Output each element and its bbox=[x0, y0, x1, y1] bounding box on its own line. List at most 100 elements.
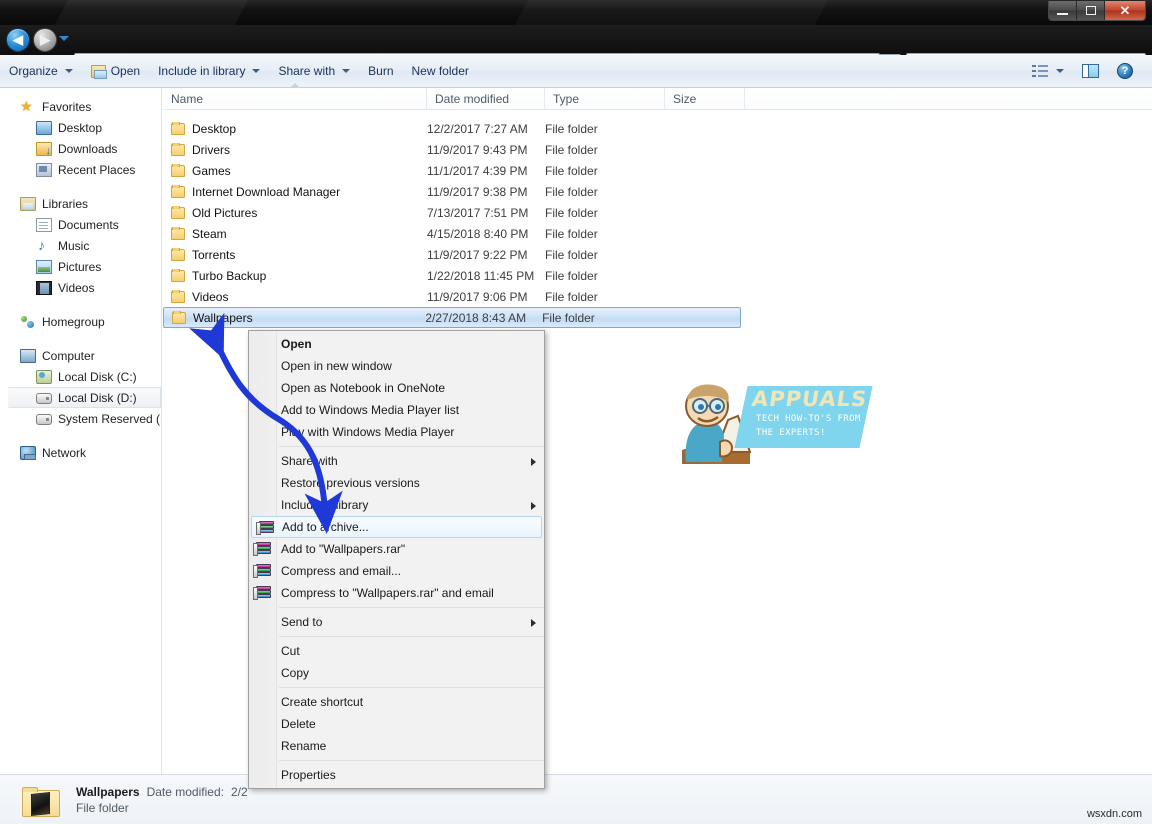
sidebar-group-computer[interactable]: Computer bbox=[0, 345, 161, 366]
sidebar-group-network[interactable]: Network bbox=[0, 442, 161, 463]
help-button[interactable]: ? bbox=[1108, 59, 1142, 83]
change-view-button[interactable] bbox=[1023, 61, 1073, 82]
table-row[interactable]: Old Pictures 7/13/2017 7:51 PM File folder bbox=[163, 202, 1152, 223]
menu-item[interactable]: Restore previous versions bbox=[249, 472, 544, 494]
cell-type: File folder bbox=[545, 142, 598, 157]
cell-name: Old Pictures bbox=[163, 205, 427, 220]
new-folder-button[interactable]: New folder bbox=[403, 60, 478, 82]
menu-item[interactable]: Play with Windows Media Player bbox=[249, 421, 544, 443]
submenu-arrow-icon bbox=[531, 502, 536, 510]
maximize-button[interactable] bbox=[1077, 1, 1105, 20]
table-row[interactable]: Desktop 12/2/2017 7:27 AM File folder bbox=[163, 118, 1152, 139]
table-row[interactable]: Steam 4/15/2018 8:40 PM File folder bbox=[163, 223, 1152, 244]
menu-item[interactable]: Include in library bbox=[249, 494, 544, 516]
menu-item[interactable]: Add to "Wallpapers.rar" bbox=[249, 538, 544, 560]
column-header-size[interactable]: Size bbox=[665, 87, 745, 110]
menu-item-label: Add to Windows Media Player list bbox=[281, 403, 460, 417]
status-date-label: Date modified: bbox=[146, 784, 224, 799]
file-name: Steam bbox=[192, 226, 227, 241]
sidebar-item-label: Recent Places bbox=[58, 162, 136, 177]
homegroup-icon bbox=[20, 315, 36, 329]
menu-item[interactable]: Open bbox=[249, 333, 544, 355]
menu-item[interactable]: Compress to "Wallpapers.rar" and email bbox=[249, 582, 544, 604]
close-button[interactable]: ✕ bbox=[1105, 1, 1145, 20]
menu-separator bbox=[279, 760, 544, 761]
include-in-library-button[interactable]: Include in library bbox=[149, 60, 269, 82]
column-header-type[interactable]: Type bbox=[545, 87, 665, 110]
documents-icon bbox=[36, 217, 52, 232]
cell-date-modified: 1/22/2018 11:45 PM bbox=[427, 268, 535, 283]
sidebar-group-libraries[interactable]: Libraries bbox=[0, 193, 161, 214]
back-arrow-icon: ◀ bbox=[13, 32, 23, 47]
sidebar-item-local-disk-c[interactable]: Local Disk (C:) bbox=[0, 366, 161, 387]
status-date-value: 2/2 bbox=[230, 784, 248, 799]
downloads-icon bbox=[36, 141, 52, 157]
maximize-icon bbox=[1085, 6, 1096, 15]
menu-item[interactable]: Cut bbox=[249, 640, 544, 662]
close-icon: ✕ bbox=[1119, 3, 1131, 18]
sidebar-item-desktop[interactable]: Desktop bbox=[0, 117, 161, 138]
sidebar-item-recent-places[interactable]: Recent Places bbox=[0, 159, 161, 180]
menu-item[interactable]: Compress and email... bbox=[249, 560, 544, 582]
table-row[interactable]: Drivers 11/9/2017 9:43 PM File folder bbox=[163, 139, 1152, 160]
organize-button[interactable]: Organize bbox=[0, 60, 82, 82]
menu-item[interactable]: Rename bbox=[249, 735, 544, 757]
folder-picture-icon bbox=[22, 783, 62, 817]
sidebar-item-local-disk-d[interactable]: Local Disk (D:) bbox=[8, 387, 161, 408]
menu-item[interactable]: Copy bbox=[249, 662, 544, 684]
sidebar-item-music[interactable]: Music bbox=[0, 235, 161, 256]
menu-separator bbox=[279, 607, 544, 608]
cell-date-modified: 11/1/2017 4:39 PM bbox=[427, 163, 528, 178]
burn-button[interactable]: Burn bbox=[359, 60, 402, 82]
menu-item-label: Restore previous versions bbox=[281, 476, 420, 490]
sidebar-item-label: Desktop bbox=[58, 120, 103, 135]
file-rows: Desktop 12/2/2017 7:27 AM File folder Drive… bbox=[163, 118, 1152, 328]
sidebar-item-downloads[interactable]: Downloads bbox=[0, 138, 161, 159]
sidebar-item-documents[interactable]: Documents bbox=[0, 214, 161, 235]
column-header-date-modified[interactable]: Date modified bbox=[427, 87, 545, 110]
cell-name: Drivers bbox=[163, 142, 427, 157]
minimize-icon bbox=[1057, 12, 1068, 15]
winrar-icon bbox=[253, 586, 271, 600]
open-button[interactable]: Open bbox=[82, 60, 149, 82]
window-controls: ✕ bbox=[1048, 1, 1146, 21]
navigation-pane[interactable]: Favorites Desktop Downloads Recent Place… bbox=[0, 88, 162, 774]
winrar-icon bbox=[253, 564, 271, 578]
menu-item[interactable]: Add to archive... bbox=[251, 516, 542, 538]
table-row[interactable]: Internet Download Manager 11/9/2017 9:38 … bbox=[163, 181, 1152, 202]
table-row[interactable]: Videos 11/9/2017 9:06 PM File folder bbox=[163, 286, 1152, 307]
menu-item[interactable]: Share with bbox=[249, 450, 544, 472]
back-button[interactable]: ◀ bbox=[6, 28, 30, 52]
folder-icon bbox=[171, 163, 185, 177]
cell-type: File folder bbox=[545, 163, 598, 178]
sidebar-group-homegroup[interactable]: Homegroup bbox=[0, 311, 161, 332]
table-row[interactable]: Wallpapers 2/27/2018 8:43 AM File folder bbox=[163, 307, 741, 328]
network-icon bbox=[20, 445, 36, 460]
folder-icon bbox=[171, 226, 185, 240]
table-row[interactable]: Turbo Backup 1/22/2018 11:45 PM File folde… bbox=[163, 265, 1152, 286]
sidebar-group-favorites[interactable]: Favorites bbox=[0, 96, 161, 117]
sidebar-item-system-reserved[interactable]: System Reserved (F:) bbox=[0, 408, 161, 429]
menu-item[interactable]: Open in new window bbox=[249, 355, 544, 377]
menu-item[interactable]: Open as Notebook in OneNote bbox=[249, 377, 544, 399]
forward-button[interactable]: ▶ bbox=[33, 28, 57, 52]
menu-item[interactable]: Create shortcut bbox=[249, 691, 544, 713]
minimize-button[interactable] bbox=[1049, 1, 1077, 20]
sidebar-item-pictures[interactable]: Pictures bbox=[0, 256, 161, 277]
column-label: Name bbox=[171, 91, 204, 106]
preview-pane-button[interactable] bbox=[1073, 60, 1108, 82]
folder-icon bbox=[172, 310, 186, 324]
column-header-name[interactable]: Name bbox=[163, 82, 427, 110]
recent-pages-dropdown[interactable] bbox=[59, 36, 69, 41]
menu-item[interactable]: Send to bbox=[249, 611, 544, 633]
table-row[interactable]: Torrents 11/9/2017 9:22 PM File folder bbox=[163, 244, 1152, 265]
share-with-button[interactable]: Share with bbox=[269, 60, 359, 82]
menu-item[interactable]: Delete bbox=[249, 713, 544, 735]
menu-item[interactable]: Add to Windows Media Player list bbox=[249, 399, 544, 421]
menu-item[interactable]: Properties bbox=[249, 764, 544, 786]
table-row[interactable]: Games 11/1/2017 4:39 PM File folder bbox=[163, 160, 1152, 181]
sidebar-item-videos[interactable]: Videos bbox=[0, 277, 161, 298]
cell-type: File folder bbox=[545, 121, 598, 136]
context-menu[interactable]: Open Open in new window Open as Notebook i… bbox=[248, 330, 545, 789]
